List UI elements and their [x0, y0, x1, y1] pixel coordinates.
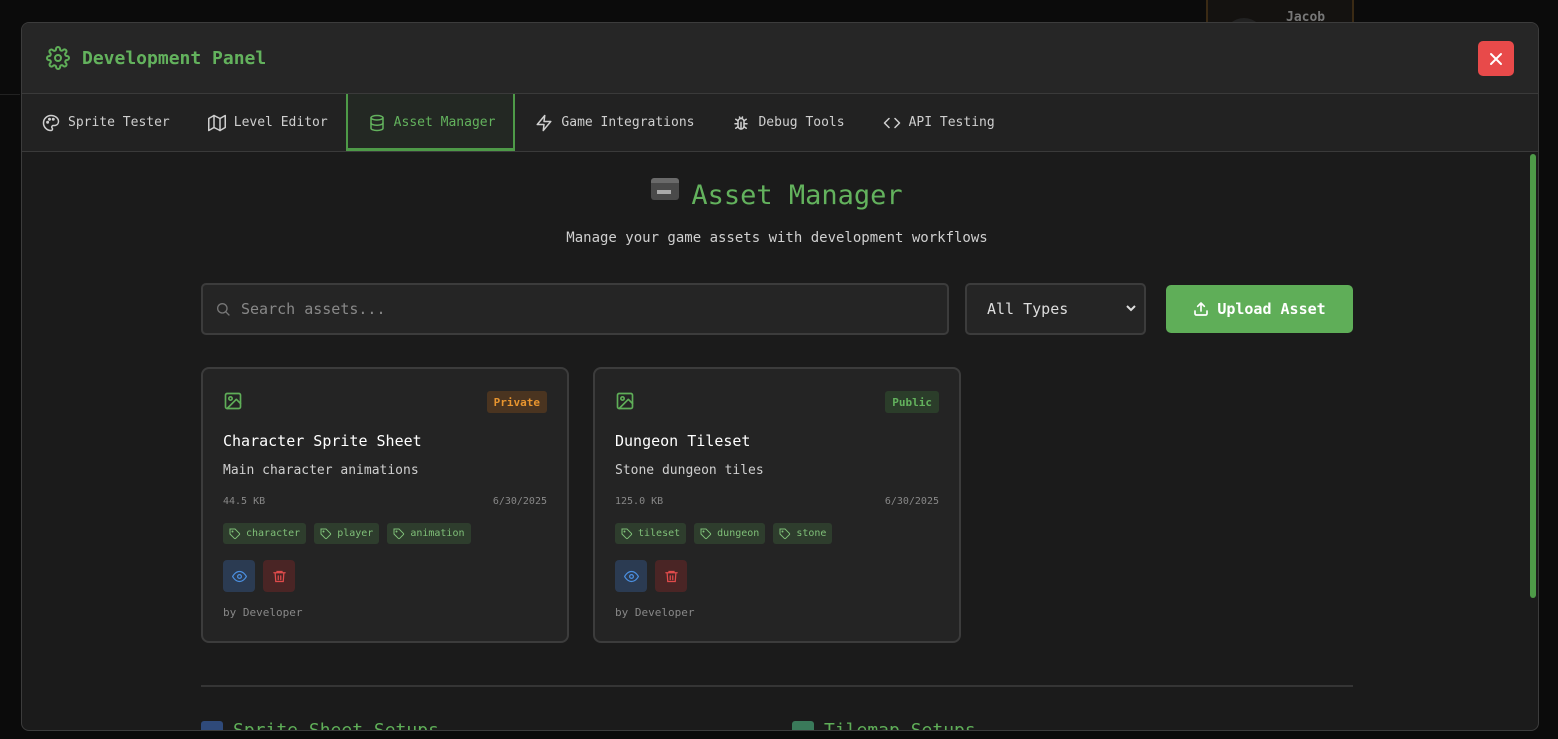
tag-label: stone [796, 528, 827, 539]
section-title: Sprite Sheet Setups [233, 720, 439, 730]
asset-name: Dungeon Tileset [615, 432, 751, 450]
section-title: Tilemap Setups [824, 720, 976, 730]
tag-icon [393, 528, 405, 539]
asset-description: Main character animations [223, 463, 419, 478]
tab-label: Debug Tools [758, 115, 845, 130]
tab-label: Game Integrations [561, 115, 695, 130]
asset-card[interactable]: Private Character Sprite Sheet Main char… [201, 367, 569, 643]
page-subtitle: Manage your game assets with development… [566, 230, 988, 246]
search-box[interactable] [201, 283, 949, 335]
tab-bar: Sprite Tester Level Editor Asset Manager… [22, 94, 1538, 152]
eye-icon [623, 570, 639, 582]
view-asset-button[interactable] [223, 560, 255, 592]
upload-icon [1194, 302, 1209, 316]
tab-level-editor[interactable]: Level Editor [188, 94, 346, 151]
close-button[interactable] [1478, 41, 1514, 76]
upload-label: Upload Asset [1217, 300, 1326, 318]
asset-size: 44.5 KB [223, 496, 266, 507]
tag: tileset [615, 523, 687, 544]
asset-name: Character Sprite Sheet [223, 432, 422, 450]
tag-label: animation [410, 528, 465, 539]
asset-card[interactable]: Public Dungeon Tileset Stone dungeon til… [593, 367, 961, 643]
tab-sprite-tester[interactable]: Sprite Tester [22, 94, 188, 151]
asset-actions [615, 560, 687, 592]
trash-icon [664, 570, 678, 582]
card-file-box-icon [651, 178, 680, 200]
sprite-sheet-setups-heading: Sprite Sheet Setups [201, 720, 439, 730]
asset-date: 6/30/2025 [884, 496, 939, 507]
background-divider [0, 94, 20, 95]
tag-icon [621, 528, 633, 539]
tag-label: tileset [638, 528, 681, 539]
image-icon [224, 392, 242, 410]
tilemap-setups-heading: Tilemap Setups [792, 720, 976, 730]
map-icon [207, 114, 226, 131]
development-panel-modal: Development Panel Sprite Tester Level Ed… [21, 22, 1539, 731]
upload-asset-button[interactable]: Upload Asset [1166, 285, 1353, 333]
asset-date: 6/30/2025 [492, 496, 547, 507]
tag: stone [773, 523, 833, 544]
tag-label: dungeon [717, 528, 760, 539]
delete-asset-button[interactable] [263, 560, 295, 592]
tag-icon [229, 528, 241, 539]
tag: dungeon [694, 523, 766, 544]
zap-icon [536, 114, 552, 131]
tab-label: Sprite Tester [68, 115, 170, 130]
database-icon [369, 114, 384, 131]
asset-actions [223, 560, 295, 592]
asset-author: by Developer [223, 606, 303, 619]
visibility-badge: Private [486, 391, 547, 413]
code-icon [883, 117, 900, 128]
tab-asset-manager[interactable]: Asset Manager [345, 94, 516, 151]
tag-icon [700, 528, 712, 539]
tab-label: API Testing [908, 115, 995, 130]
tag: character [223, 523, 307, 544]
asset-description: Stone dungeon tiles [615, 463, 764, 478]
tag-icon [779, 528, 791, 539]
type-filter-select[interactable]: All Types [965, 283, 1146, 335]
page-title: Asset Manager [22, 178, 1532, 211]
gear-icon [46, 46, 70, 70]
visibility-badge: Public [885, 391, 939, 413]
tab-label: Asset Manager [393, 115, 496, 130]
modal-header: Development Panel [22, 23, 1538, 94]
close-icon [1490, 52, 1502, 65]
tag-list: tileset dungeon stone [615, 523, 833, 544]
search-icon [217, 303, 230, 316]
image-icon [616, 392, 634, 410]
asset-manager-content: Asset Manager Manage your game assets wi… [22, 152, 1538, 730]
tag-label: character [246, 528, 301, 539]
tag-label: player [337, 528, 374, 539]
scrollbar[interactable] [1530, 154, 1536, 598]
page-title-text: Asset Manager [691, 180, 903, 211]
tag-list: character player animation [223, 523, 471, 544]
palette-icon [42, 114, 60, 131]
panel-title: Development Panel [82, 47, 267, 69]
asset-author: by Developer [615, 606, 695, 619]
view-asset-button[interactable] [615, 560, 647, 592]
sprite-sheet-icon [201, 720, 223, 730]
tag: player [314, 523, 380, 544]
tag-icon [320, 528, 332, 539]
eye-icon [231, 570, 247, 582]
bug-icon [734, 115, 749, 130]
tag: animation [387, 523, 471, 544]
trash-icon [272, 570, 286, 582]
section-divider [201, 685, 1353, 687]
asset-size: 125.0 KB [615, 496, 664, 507]
tab-game-integrations[interactable]: Game Integrations [515, 94, 712, 151]
tab-label: Level Editor [233, 115, 328, 130]
tab-debug-tools[interactable]: Debug Tools [712, 94, 862, 151]
chevron-down-icon [1126, 305, 1136, 312]
search-input[interactable] [241, 300, 921, 318]
delete-asset-button[interactable] [655, 560, 687, 592]
type-filter-value: All Types [987, 300, 1069, 318]
tilemap-icon [792, 720, 814, 730]
tab-api-testing[interactable]: API Testing [863, 94, 1013, 151]
